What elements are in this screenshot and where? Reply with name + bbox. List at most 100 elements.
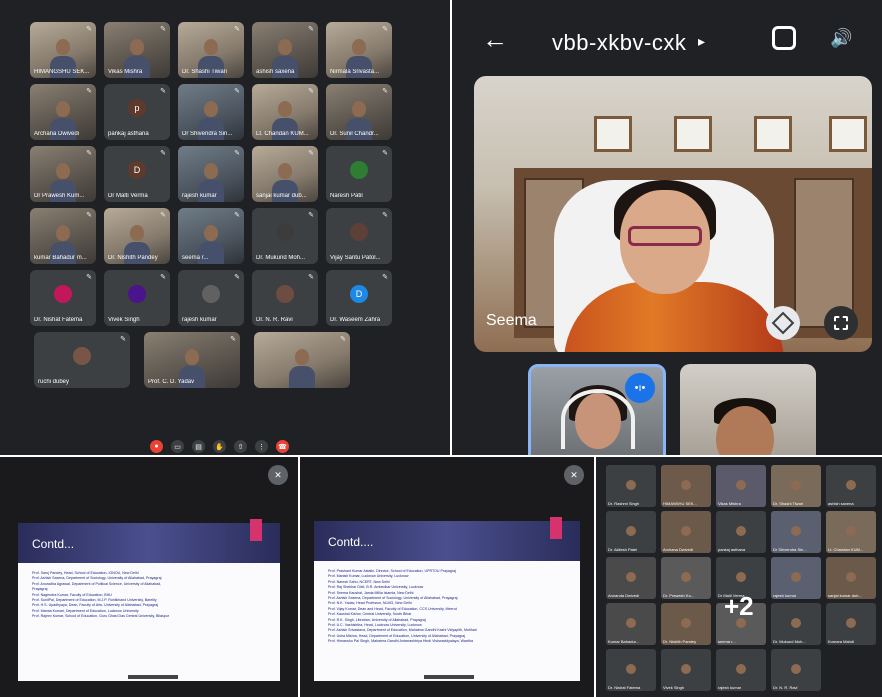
presentation-panel-1: ✕ Contd... Prof. Saroj Pandey, Head, Sch…	[0, 457, 298, 697]
back-arrow-icon[interactable]: ←	[482, 24, 508, 55]
participant-name: sanjai kumar dub...	[828, 593, 862, 598]
participant-name: Nirmala Srivasta...	[330, 69, 380, 75]
participant-tile[interactable]: Vivek Singh	[661, 649, 711, 691]
participant-tile[interactable]: Archana Dwivedi	[661, 511, 711, 553]
participant-tile[interactable]: ✎ Dr Prawesh Kum...	[30, 146, 96, 202]
participant-tile[interactable]: Vikas Mishra	[716, 465, 766, 507]
avatar	[681, 617, 691, 628]
participant-tile[interactable]: Dr. N. R. Ravi	[771, 649, 821, 691]
meeting-grid-panel: ✎ HIMANGSHU SEK... ✎ Vikas Mishra ✎ Dr. Shash…	[0, 0, 450, 455]
participant-name: Dr. Shashi Tiwari	[773, 501, 804, 506]
participant-tile[interactable]: ✎ Lt. Chandan KUM...	[252, 84, 318, 140]
camera-icon[interactable]: ▭	[171, 440, 184, 453]
mic-off-icon: ✎	[230, 336, 236, 343]
participant-tile[interactable]: ✎ Vikas Mishra	[104, 22, 170, 78]
person-head	[204, 100, 218, 117]
participant-tile[interactable]: ✎ Naresh Patil	[326, 146, 392, 202]
participant-name: Dr Prawesh Kum...	[34, 193, 85, 199]
participant-tile[interactable]: ✎ kumar Bahadur m...	[30, 208, 96, 264]
main-speaker-video[interactable]: Seema	[474, 76, 872, 352]
avatar	[846, 571, 856, 582]
participant-tile[interactable]: ✎ Dr Shivendra Sin...	[178, 84, 244, 140]
participant-tile[interactable]: pankaj asthana	[716, 511, 766, 553]
participant-tile[interactable]: sanjai kumar dub...	[826, 557, 876, 599]
participant-tile[interactable]: ✎ rajesh kumar	[178, 146, 244, 202]
participant-tile[interactable]: Kumar Bahadur...	[606, 603, 656, 645]
participant-tile[interactable]: ✎ Vivek Singh	[104, 270, 170, 326]
participant-tile[interactable]: ✎ HIMANGSHU SEK...	[30, 22, 96, 78]
overflow-count[interactable]: +2	[724, 591, 754, 622]
participant-tile[interactable]: Dr. Prawesh Ku...	[661, 557, 711, 599]
mic-off-icon: ✎	[234, 212, 240, 219]
participant-name: ruchi dubey	[38, 379, 70, 385]
participant-tile[interactable]: ✎ seema r...	[178, 208, 244, 264]
participant-tile[interactable]: ashish saxena	[826, 465, 876, 507]
control-bar: ● ▭ ▤ ✋ ⇧ ⋮ ☎	[150, 440, 289, 455]
participant-tile[interactable]: HIMANSHU SEK...	[661, 465, 711, 507]
participant-tile[interactable]: ✎ ruchi dubey	[34, 332, 130, 388]
participant-tile[interactable]: Dr. Nishith Pandey	[661, 603, 711, 645]
unpin-button[interactable]	[766, 306, 800, 340]
mic-off-icon: ✎	[86, 88, 92, 95]
caret-right-icon[interactable]: ▸	[698, 33, 705, 50]
slide-title: Contd....	[328, 535, 374, 549]
participant-tile[interactable]: ✎ Dr. Nishat Fatema	[30, 270, 96, 326]
participant-name: Naresh Patil	[330, 193, 363, 199]
participant-tile[interactable]: ✎ Dr. N. R. Ravi	[252, 270, 318, 326]
participant-tile[interactable]: Annanda Dwivedi	[606, 557, 656, 599]
mic-off-icon: ✎	[86, 274, 92, 281]
hang-up-button[interactable]: ☎	[276, 440, 289, 453]
switch-camera-icon[interactable]	[772, 26, 796, 50]
participant-tile[interactable]: ✎ rajesh kumar	[178, 270, 244, 326]
participant-tile[interactable]: Kumara Mahdi	[826, 603, 876, 645]
avatar	[846, 617, 856, 628]
participant-tile[interactable]: ✎ Dr. Sunil Chandr...	[326, 84, 392, 140]
participant-tile[interactable]: Dr. Nishat Fatema	[606, 649, 656, 691]
participant-tile[interactable]: ✎ sanjai kumar dub...	[252, 146, 318, 202]
present-icon[interactable]: ⇧	[234, 440, 247, 453]
more-options-icon[interactable]: ⋮	[255, 440, 268, 453]
participant-name: Dr. Sunil Chandr...	[330, 131, 379, 137]
participant-tile[interactable]: ✎ Vijay Santu Patol...	[326, 208, 392, 264]
participant-tile[interactable]: D ✎ Dr. Waseem Zahra	[326, 270, 392, 326]
participant-tile[interactable]: Lt. Chandan KUM...	[826, 511, 876, 553]
participant-tile[interactable]: Dr. Shashi Tiwari	[771, 465, 821, 507]
fullscreen-button[interactable]	[824, 306, 858, 340]
participant-tile[interactable]: rajesh kumar	[771, 557, 821, 599]
speaker-glasses	[628, 226, 702, 246]
participant-tile[interactable]: D ✎ Dr Malti Verma	[104, 146, 170, 202]
avatar	[73, 346, 91, 365]
slide-list-item: Prof. Himanshu Pal Singh, Mahatma Gandhi…	[328, 639, 474, 644]
participant-tile[interactable]: ✎ Dr. Mukund Moh...	[252, 208, 318, 264]
avatar	[681, 479, 691, 490]
participant-tile[interactable]: ✎ ashish saxena	[252, 22, 318, 78]
slide-accent	[550, 517, 562, 539]
raise-hand-icon[interactable]: ✋	[213, 440, 226, 453]
participant-tile[interactable]: ✎ Nirmala Srivasta...	[326, 22, 392, 78]
captions-icon[interactable]: ▤	[192, 440, 205, 453]
participant-tile[interactable]: ✎	[254, 332, 350, 388]
mic-off-icon: ✎	[120, 336, 126, 343]
meeting-code[interactable]: vbb-xkbv-cxk	[552, 30, 686, 56]
self-view-thumbnail[interactable]: •ı•	[528, 364, 666, 455]
participant-tile[interactable]: ✎ Dr. Nishith Pandey	[104, 208, 170, 264]
speaker-icon[interactable]: 🔊	[830, 28, 852, 49]
participant-tile[interactable]: Dr Shivendra Sin...	[771, 511, 821, 553]
participant-name: Dr. Nishith Pandey	[108, 255, 158, 261]
mic-off-icon: ✎	[308, 26, 314, 33]
mic-off-icon: ✎	[86, 26, 92, 33]
avatar: D	[350, 284, 368, 303]
participant-tile[interactable]: ✎ Prof. C. D. Yadav	[144, 332, 240, 388]
participant-tile[interactable]: p ✎ pankaj asthana	[104, 84, 170, 140]
person-head	[185, 348, 199, 365]
participant-thumbnail[interactable]	[680, 364, 816, 455]
wall-portrait	[829, 116, 867, 152]
participant-tile[interactable]: Dr. Akilesh Patel	[606, 511, 656, 553]
participant-tile[interactable]: Dr. Rashmi Singh	[606, 465, 656, 507]
participant-tile[interactable]: ✎ Dr. Shashi Tiwari	[178, 22, 244, 78]
mic-off-icon[interactable]: ●	[150, 440, 163, 453]
participant-tile[interactable]: rajesh kumar	[716, 649, 766, 691]
participant-tile[interactable]: ✎ Archana Dwivedi	[30, 84, 96, 140]
participant-tile[interactable]: Dr. Mukund Moh...	[771, 603, 821, 645]
participant-name: Annanda Dwivedi	[608, 593, 640, 598]
